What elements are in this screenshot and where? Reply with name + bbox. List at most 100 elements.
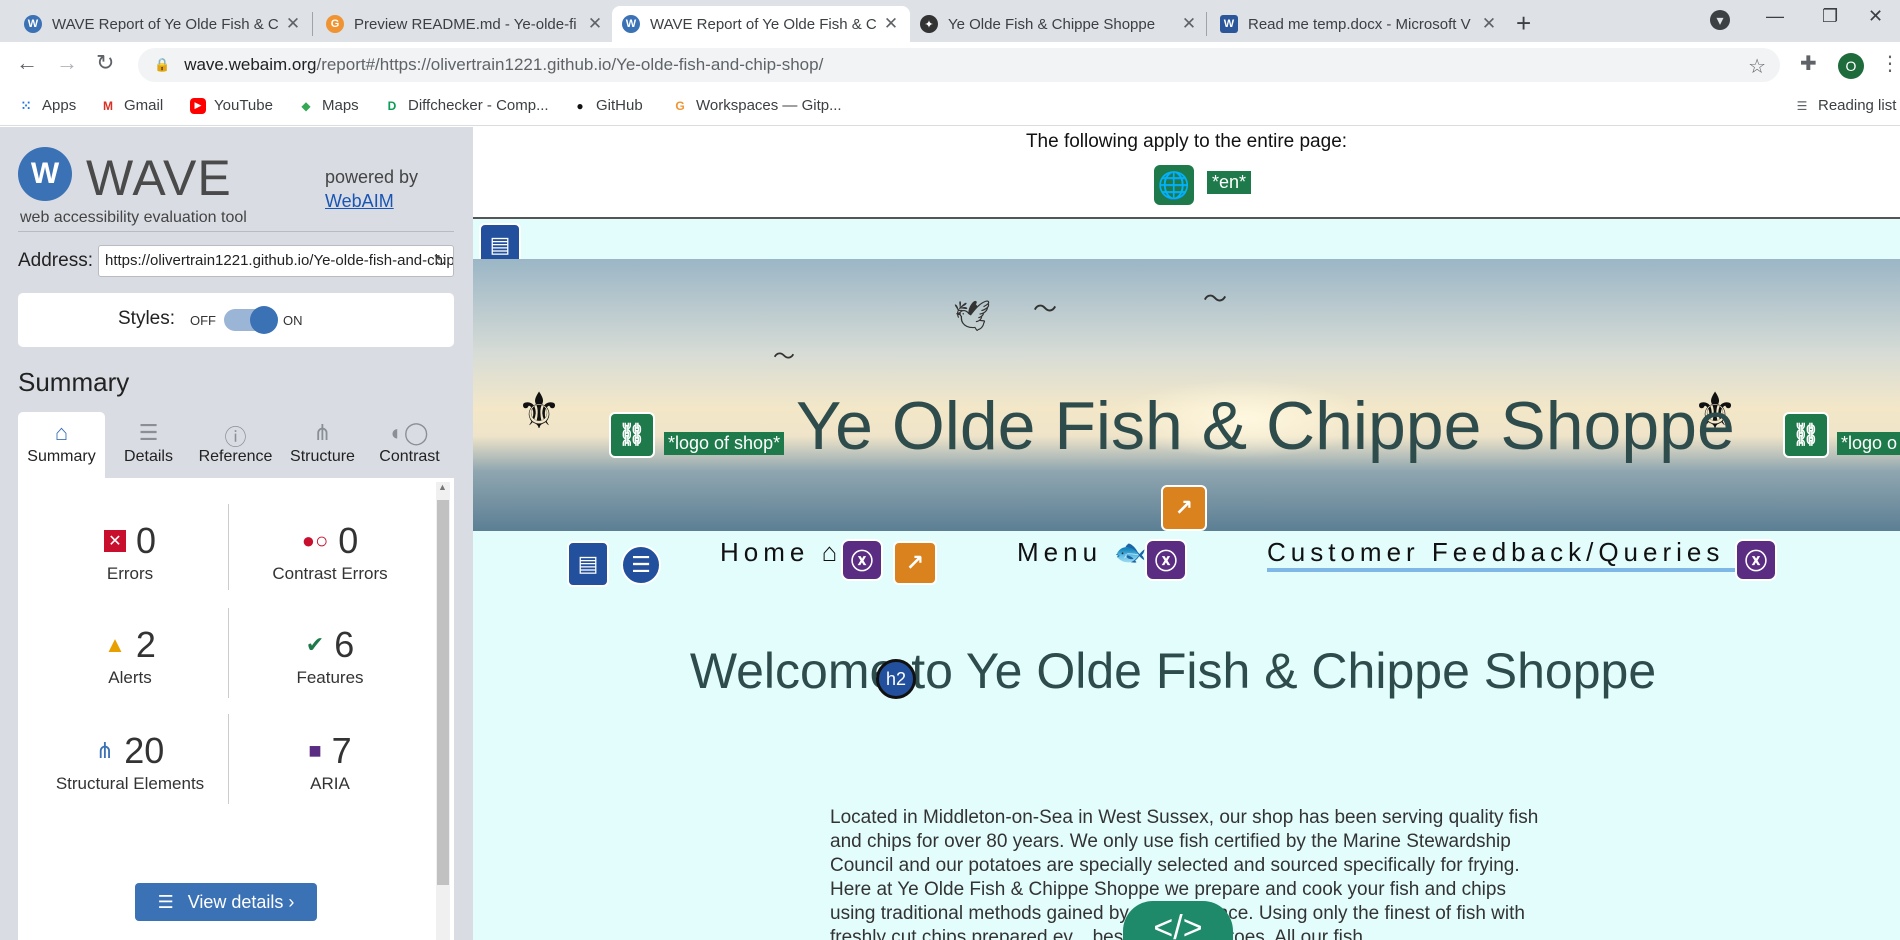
view-details-button[interactable]: ☰ View details › — [135, 883, 317, 921]
close-tab-icon[interactable]: ✕ — [586, 14, 604, 34]
wave-tabs: ⌂ Summary ☰ Details ⓘ Reference ⋔ Struct… — [18, 412, 454, 478]
tab-details[interactable]: ☰ Details — [105, 412, 192, 478]
tab-search-icon[interactable]: ▾ — [1710, 10, 1730, 30]
bookmark-label: YouTube — [214, 97, 273, 114]
styles-on-label: ON — [283, 313, 303, 328]
bookmark-maps[interactable]: ◆ Maps — [298, 97, 358, 114]
powered-by-text: powered by — [325, 167, 419, 187]
close-tab-icon[interactable]: ✕ — [1480, 14, 1498, 34]
browser-tab-3-active[interactable]: W WAVE Report of Ye Olde Fish & C ✕ — [612, 6, 910, 42]
unordered-list-icon[interactable]: ☰ — [621, 545, 661, 585]
browser-toolbar: ← → ↻ 🔒 wave.webaim.org /report#/https:/… — [0, 42, 1900, 88]
bookmark-gmail[interactable]: M Gmail — [100, 97, 163, 114]
linked-image-icon[interactable]: ⛓ — [609, 412, 655, 458]
tab-title: WAVE Report of Ye Olde Fish & C — [650, 15, 876, 33]
close-tab-icon[interactable]: ✕ — [284, 14, 302, 34]
apps-icon: ⁙ — [20, 98, 32, 113]
stat-aria[interactable]: ■ 7 ARIA — [230, 730, 430, 794]
bookmark-diffchecker[interactable]: D Diffchecker - Comp... — [384, 97, 549, 114]
bookmark-star-icon[interactable]: ☆ — [1748, 54, 1766, 79]
webaim-link[interactable]: WebAIM — [325, 191, 394, 211]
seagull-icon: 〜 — [773, 344, 796, 369]
maps-icon: ◆ — [301, 98, 311, 113]
shop-crest-icon: ⚜ — [516, 383, 562, 439]
code-toggle-button[interactable]: </> — [1123, 901, 1233, 940]
scroll-thumb[interactable] — [437, 500, 449, 885]
tab-summary[interactable]: ⌂ Summary — [18, 412, 105, 478]
browser-tab-5[interactable]: W Read me temp.docx - Microsoft V ✕ — [1210, 6, 1508, 42]
powered-by: powered by WebAIM — [325, 165, 418, 213]
close-tab-icon[interactable]: ✕ — [1180, 14, 1198, 34]
stat-label: ARIA — [310, 774, 350, 793]
chrome-menu-icon[interactable]: ⋮ — [1880, 51, 1900, 76]
stat-structural-elements[interactable]: ⋔ 20 Structural Elements — [30, 730, 230, 794]
url-domain: wave.webaim.org — [184, 55, 317, 74]
tab-reference[interactable]: ⓘ Reference — [192, 412, 279, 478]
tab-contrast[interactable]: ◐◯ Contrast — [366, 412, 453, 478]
refresh-icon[interactable]: ↻ — [434, 251, 447, 271]
stat-features[interactable]: ✔ 6 Features — [230, 624, 430, 688]
browser-tab-4[interactable]: ✦ Ye Olde Fish & Chippe Shoppe ✕ — [910, 6, 1208, 42]
wave-logo-icon: W — [18, 147, 72, 201]
styles-toggle[interactable] — [224, 306, 278, 334]
nav-home[interactable]: Home ⌂ — [720, 537, 842, 568]
back-icon[interactable]: ← — [16, 50, 38, 76]
stat-errors[interactable]: ✕ 0 Errors — [30, 520, 230, 584]
address-bar[interactable]: 🔒 wave.webaim.org /report#/https://olive… — [138, 48, 1780, 82]
styles-toggle-box: Styles: OFF ON — [18, 293, 454, 347]
logo-alt-tag: *logo of shop* — [664, 432, 785, 455]
structure-icon: ⋔ — [313, 420, 332, 445]
scroll-up-icon[interactable]: ▲ — [438, 482, 447, 492]
alert-icon: ▲ — [104, 632, 126, 657]
aria-hidden-icon[interactable]: ⓧ — [1735, 539, 1777, 581]
browser-tab-1[interactable]: W WAVE Report of Ye Olde Fish & C ✕ — [14, 6, 312, 42]
bookmark-apps[interactable]: ⁙ Apps — [18, 97, 76, 114]
browser-tab-2[interactable]: G Preview README.md - Ye-olde-fi ✕ — [316, 6, 614, 42]
stat-contrast-errors[interactable]: ●○ 0 Contrast Errors — [230, 520, 430, 584]
wave-address-input[interactable]: https://olivertrain1221.github.io/Ye-old… — [98, 245, 454, 277]
nav-customer-feedback[interactable]: Customer Feedback/Queries 📖 — [1267, 537, 1774, 572]
profile-avatar[interactable]: O — [1838, 53, 1864, 79]
wave-subtitle: web accessibility evaluation tool — [20, 209, 247, 226]
nav-menu[interactable]: Menu 🐟 — [1017, 537, 1152, 568]
tab-title: Ye Olde Fish & Chippe Shoppe — [948, 15, 1156, 33]
aria-hidden-icon[interactable]: ⓧ — [1145, 539, 1187, 581]
stat-value: 20 — [124, 730, 165, 771]
navigation-region-icon[interactable]: ▤ — [567, 541, 609, 587]
tab-title: Read me temp.docx - Microsoft V — [1248, 15, 1471, 33]
close-tab-icon[interactable]: ✕ — [882, 14, 900, 34]
tab-label: Summary — [27, 448, 96, 465]
extensions-icon[interactable]: ✚ — [1800, 51, 1817, 76]
reload-icon[interactable]: ↻ — [96, 50, 114, 76]
minimize-icon[interactable]: — — [1766, 6, 1784, 27]
tab-structure[interactable]: ⋔ Structure — [279, 412, 366, 478]
bookmark-youtube[interactable]: ▶ YouTube — [190, 97, 273, 114]
redundant-link-alert-icon[interactable]: ↗ — [1161, 485, 1207, 531]
bookmark-gitpod[interactable]: G Workspaces — Gitp... — [672, 97, 841, 114]
redundant-link-alert-icon[interactable]: ↗ — [893, 541, 937, 585]
bookmark-label: GitHub — [596, 97, 643, 114]
bookmark-label: Diffchecker - Comp... — [408, 97, 549, 114]
language-globe-icon[interactable]: 🌐 — [1154, 165, 1194, 205]
forward-icon[interactable]: → — [56, 50, 78, 76]
aria-cube-icon: ■ — [308, 738, 322, 763]
stat-label: Features — [296, 668, 364, 687]
restore-icon[interactable]: ❐ — [1822, 6, 1838, 27]
bookmark-github[interactable]: ● GitHub — [572, 97, 643, 114]
stat-label: Alerts — [108, 668, 152, 687]
seagull-icon: 〜 — [1203, 286, 1227, 313]
stat-value: 0 — [338, 520, 359, 561]
aria-hidden-icon[interactable]: ⓧ — [841, 539, 883, 581]
reading-list[interactable]: ☰ Reading list — [1794, 97, 1897, 114]
close-window-icon[interactable]: ✕ — [1868, 6, 1883, 27]
structure-icon: ⋔ — [95, 738, 115, 763]
browser-tab-strip: W WAVE Report of Ye Olde Fish & C ✕ G Pr… — [0, 0, 1900, 42]
stat-alerts[interactable]: ▲ 2 Alerts — [30, 624, 230, 688]
panel-scrollbar[interactable]: ▲ — [436, 482, 450, 940]
info-icon: ⓘ — [224, 425, 247, 450]
linked-image-icon[interactable]: ⛓ — [1783, 412, 1829, 458]
bookmark-label: Gmail — [124, 97, 164, 114]
h2-heading-icon[interactable]: h2 — [876, 659, 916, 699]
reading-list-icon: ☰ — [1796, 98, 1808, 113]
new-tab-icon[interactable]: + — [1516, 8, 1531, 39]
